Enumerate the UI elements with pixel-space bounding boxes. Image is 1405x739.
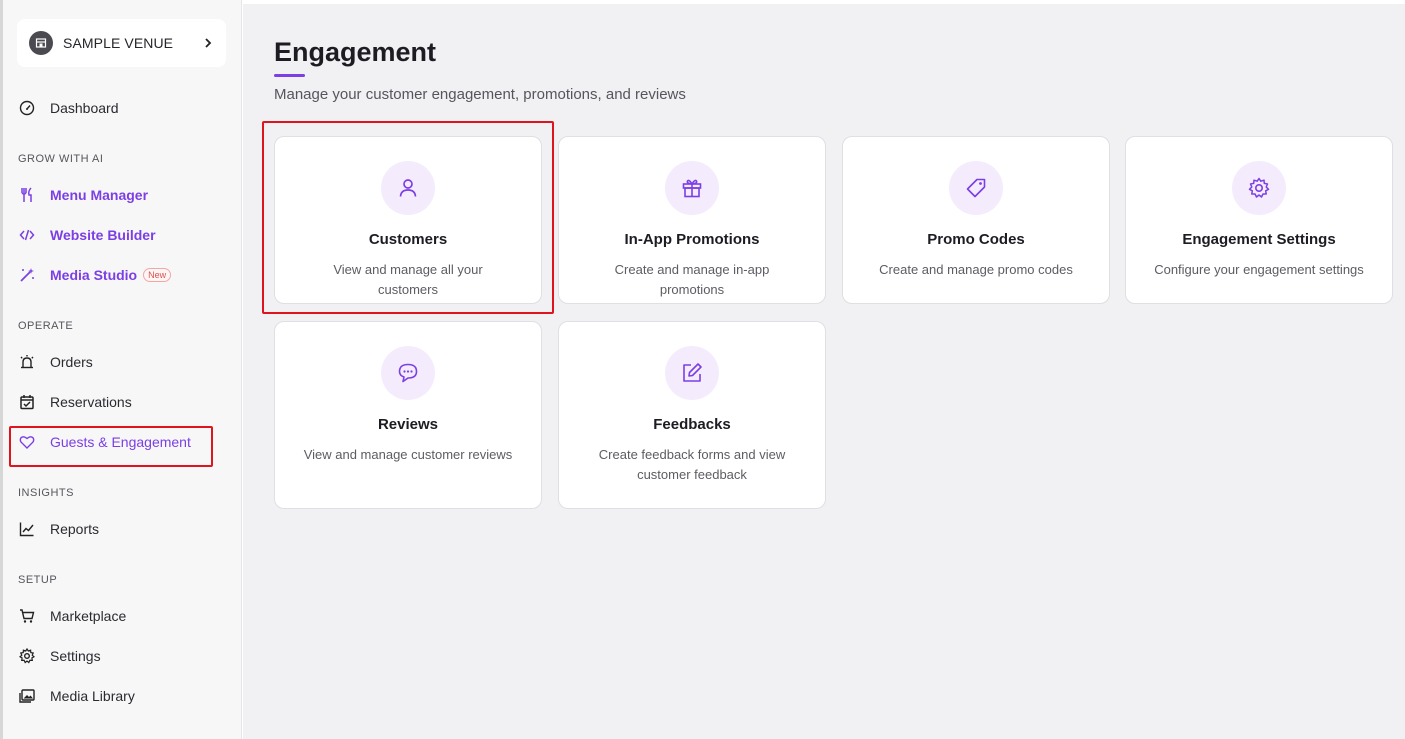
card-description: Create and manage promo codes — [879, 262, 1073, 277]
venue-switcher[interactable]: SAMPLE VENUE — [17, 19, 226, 67]
chat-bubbles-icon — [381, 346, 435, 400]
card-promo-codes[interactable]: Promo Codes Create and manage promo code… — [842, 136, 1110, 304]
calendar-check-icon — [18, 393, 36, 411]
card-description: Create feedback forms and view customer … — [598, 447, 786, 482]
sidebar-item-menu-manager[interactable]: Menu Manager — [18, 184, 148, 206]
sidebar-item-label: Settings — [50, 648, 101, 664]
gauge-icon — [18, 99, 36, 117]
new-badge: New — [143, 268, 172, 282]
sidebar-item-label: Reports — [50, 521, 100, 537]
section-label-insights: INSIGHTS — [18, 487, 74, 499]
sidebar-item-settings[interactable]: Settings — [18, 645, 101, 667]
store-icon — [29, 31, 53, 55]
sidebar: SAMPLE VENUE Dashboard GROW WITH AI Menu… — [3, 0, 242, 739]
sidebar-item-marketplace[interactable]: Marketplace — [18, 605, 126, 627]
sidebar-item-website-builder[interactable]: Website Builder — [18, 224, 156, 246]
card-title: In-App Promotions — [624, 231, 760, 248]
card-reviews[interactable]: Reviews View and manage customer reviews — [274, 321, 542, 509]
gear-icon — [18, 647, 36, 665]
page-subtitle: Manage your customer engagement, promoti… — [274, 86, 686, 103]
card-description: Create and manage in-app promotions — [614, 262, 770, 297]
bell-alarm-icon — [18, 353, 36, 371]
chevron-right-icon — [202, 37, 214, 49]
title-underline — [274, 74, 305, 77]
card-title: Engagement Settings — [1182, 231, 1336, 248]
magic-wand-icon — [18, 266, 36, 284]
code-icon — [18, 226, 36, 244]
gift-icon — [665, 161, 719, 215]
fork-knife-icon — [18, 186, 36, 204]
sidebar-item-orders[interactable]: Orders — [18, 351, 93, 373]
sidebar-item-label: Website Builder — [50, 227, 156, 243]
sidebar-item-label: Reservations — [50, 394, 132, 410]
sidebar-item-label: Orders — [50, 354, 93, 370]
section-label-setup: SETUP — [18, 574, 58, 586]
card-title: Reviews — [377, 416, 439, 433]
sidebar-item-reservations[interactable]: Reservations — [18, 391, 132, 413]
images-icon — [18, 687, 36, 705]
sidebar-item-label: Marketplace — [50, 608, 127, 624]
line-chart-icon — [18, 520, 36, 538]
card-feedbacks[interactable]: Feedbacks Create feedback forms and view… — [558, 321, 826, 509]
selected-card-highlight — [262, 121, 554, 314]
section-label-grow: GROW WITH AI — [18, 153, 104, 165]
section-label-operate: OPERATE — [18, 320, 74, 332]
sidebar-item-reports[interactable]: Reports — [18, 518, 99, 540]
card-title: Promo Codes — [927, 231, 1025, 248]
card-description: Configure your engagement settings — [1154, 262, 1364, 277]
card-in-app-promotions[interactable]: In-App Promotions Create and manage in-a… — [558, 136, 826, 304]
card-title: Feedbacks — [653, 416, 731, 433]
tag-icon — [949, 161, 1003, 215]
sidebar-item-label: Dashboard — [50, 100, 119, 116]
sidebar-item-label: Menu Manager — [50, 187, 149, 203]
sidebar-item-label: Media Library — [50, 688, 135, 704]
sidebar-item-dashboard[interactable]: Dashboard — [18, 97, 119, 119]
cart-icon — [18, 607, 36, 625]
sidebar-item-media-library[interactable]: Media Library — [18, 685, 135, 707]
sidebar-item-label: Media Studio — [50, 267, 138, 283]
sidebar-item-media-studio[interactable]: Media Studio New — [18, 264, 172, 286]
active-item-highlight — [9, 426, 213, 467]
card-description: View and manage customer reviews — [303, 447, 513, 462]
gear-icon — [1232, 161, 1286, 215]
venue-name: SAMPLE VENUE — [63, 35, 174, 51]
page-title: Engagement — [274, 37, 437, 67]
card-engagement-settings[interactable]: Engagement Settings Configure your engag… — [1125, 136, 1393, 304]
edit-icon — [665, 346, 719, 400]
